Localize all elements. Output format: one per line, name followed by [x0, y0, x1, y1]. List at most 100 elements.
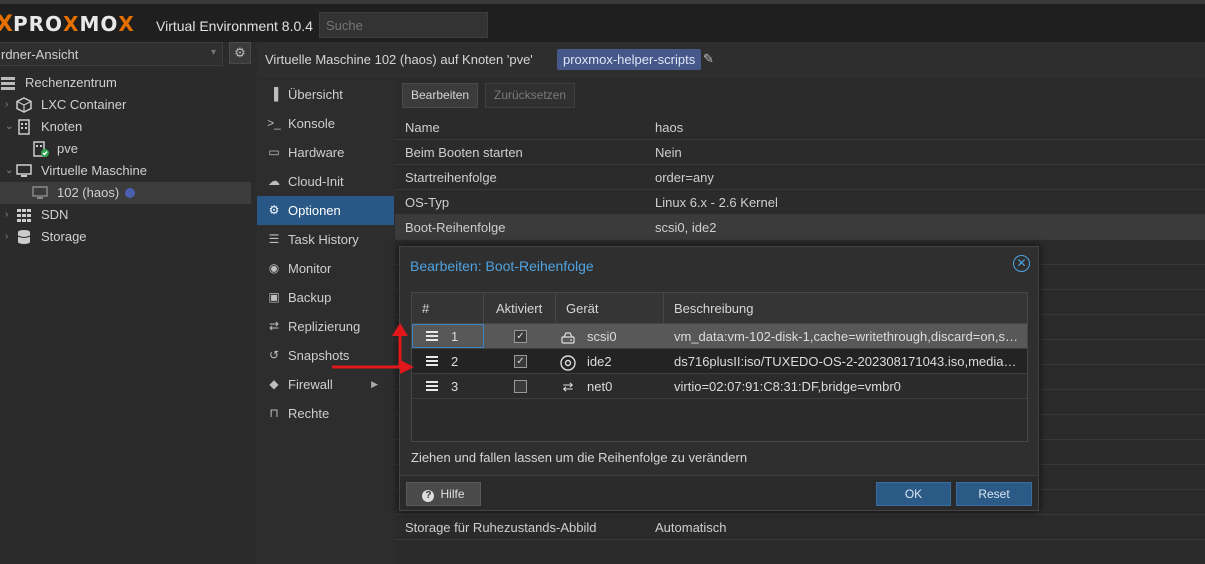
close-icon[interactable]: ✕: [1013, 255, 1030, 272]
option-value: Nein: [655, 145, 682, 160]
tree-settings-button[interactable]: ⚙: [229, 42, 251, 64]
option-row[interactable]: OS-Typ Linux 6.x - 2.6 Kernel: [395, 190, 1205, 215]
page-title: Virtuelle Maschine 102 (haos) auf Knoten…: [265, 52, 533, 67]
tree-item-label: LXC Container: [41, 97, 127, 112]
tree-item-storage[interactable]: › Storage: [0, 226, 251, 248]
option-key: Boot-Reihenfolge: [405, 220, 506, 235]
option-value: haos: [655, 120, 684, 135]
nav-item-label: Backup: [288, 290, 332, 305]
nav-item-label: Firewall: [288, 377, 333, 392]
ok-button[interactable]: OK: [876, 482, 951, 506]
top-bar: X PROXMOX Virtual Environment 8.0.4: [0, 0, 1205, 42]
option-key: Name: [405, 120, 440, 135]
drag-handle-icon[interactable]: [426, 381, 438, 392]
shield-icon: ◆: [269, 377, 279, 391]
cloud-icon: ☁: [268, 174, 280, 188]
tree-item-vm-102[interactable]: 102 (haos): [0, 182, 251, 204]
hdd-icon: [560, 324, 576, 349]
terminal-icon: >_: [267, 116, 281, 130]
nav-item-backup[interactable]: ▣ Backup: [257, 283, 394, 312]
search-input[interactable]: [319, 12, 488, 38]
nav-item-hardware[interactable]: ▭ Hardware: [257, 138, 394, 167]
column-header-number[interactable]: #: [412, 293, 484, 324]
nav-item-label: Replizierung: [288, 319, 361, 334]
nav-item-monitor[interactable]: ◉ Monitor: [257, 254, 394, 283]
enabled-checkbox[interactable]: ✓: [514, 330, 527, 343]
boot-row-ide2[interactable]: 2 ✓ ide2 ds716plusII:iso/TUXEDO-OS-2-202…: [412, 349, 1027, 374]
column-header-enabled[interactable]: Aktiviert: [484, 293, 556, 324]
tree-item-nodes[interactable]: ⌄ Knoten: [0, 116, 251, 138]
dialog-title: Bearbeiten: Boot-Reihenfolge: [410, 258, 594, 274]
boot-order-number: 1: [451, 329, 459, 344]
chevron-right-icon[interactable]: ›: [5, 226, 15, 248]
device-description: vm_data:vm-102-disk-1,cache=writethrough…: [674, 329, 1019, 344]
chevron-down-icon: ▾: [210, 47, 216, 58]
nav-item-summary[interactable]: ▐ Übersicht: [257, 80, 394, 109]
chevron-right-icon[interactable]: ›: [5, 204, 15, 226]
drag-handle-icon[interactable]: [426, 356, 438, 367]
datacenter-icon: [0, 75, 16, 91]
option-value: scsi0, ide2: [655, 220, 717, 235]
gear-icon: ⚙: [234, 45, 246, 60]
device-name: net0: [587, 379, 613, 394]
revert-button[interactable]: Zurücksetzen: [485, 83, 576, 108]
grid-header: # Aktiviert Gerät Beschreibung: [412, 293, 1027, 324]
exchange-icon: ⇄: [562, 379, 574, 394]
tree-item-label: Rechenzentrum: [25, 75, 117, 90]
nav-item-options[interactable]: ⚙ Optionen: [257, 196, 394, 225]
tree-item-sdn[interactable]: › SDN: [0, 204, 251, 226]
list-icon: ☰: [268, 232, 280, 246]
tree-item-lxc[interactable]: › LXC Container: [0, 94, 251, 116]
boot-order-grid: # Aktiviert Gerät Beschreibung 1 ✓ scsi0…: [411, 292, 1028, 442]
tree-item-datacenter[interactable]: Rechenzentrum: [0, 72, 251, 94]
boot-row-net0[interactable]: 3 ⇄ net0 virtio=02:07:91:C8:31:DF,bridge…: [412, 374, 1027, 399]
drag-handle-icon[interactable]: [426, 331, 438, 342]
nav-item-replication[interactable]: ⇄ Replizierung: [257, 312, 394, 341]
boot-row-scsi0[interactable]: 1 ✓ scsi0 vm_data:vm-102-disk-1,cache=wr…: [412, 324, 1027, 349]
nav-item-cloud-init[interactable]: ☁ Cloud-Init: [257, 167, 394, 196]
view-select-value: rdner-Ansicht: [1, 47, 79, 62]
option-row-selected[interactable]: Boot-Reihenfolge scsi0, ide2: [395, 215, 1205, 240]
option-row[interactable]: Beim Booten starten Nein: [395, 140, 1205, 165]
nav-item-label: Cloud-Init: [288, 174, 344, 189]
option-row[interactable]: Name haos: [395, 115, 1205, 140]
option-key: Storage für Ruhezustands-Abbild: [405, 520, 597, 535]
edit-button[interactable]: Bearbeiten: [402, 83, 479, 108]
help-label: Hilfe: [440, 487, 465, 501]
tree-item-label: Virtuelle Maschine: [41, 163, 147, 178]
help-button[interactable]: ? Hilfe: [406, 482, 481, 506]
chevron-down-icon[interactable]: ⌄: [5, 160, 15, 182]
option-row[interactable]: Storage für Ruhezustands-Abbild Automatis…: [395, 515, 1205, 540]
tree-item-label: Knoten: [41, 119, 83, 134]
enabled-checkbox[interactable]: [514, 380, 527, 393]
chevron-right-icon[interactable]: ›: [5, 94, 15, 116]
retweet-icon: ⇄: [268, 319, 280, 333]
caret-right-icon[interactable]: ▶: [371, 370, 378, 399]
nav-item-snapshots[interactable]: ↺ Snapshots: [257, 341, 394, 370]
nav-item-permissions[interactable]: ⊓ Rechte: [257, 399, 394, 428]
column-header-description[interactable]: Beschreibung: [664, 293, 1027, 324]
chevron-down-icon[interactable]: ⌄: [5, 116, 15, 138]
floppy-icon: ▣: [268, 290, 280, 304]
boot-order-dialog: Bearbeiten: Boot-Reihenfolge ✕ # Aktivie…: [399, 246, 1039, 511]
column-header-device[interactable]: Gerät: [556, 293, 664, 324]
proxmox-logo[interactable]: X PROXMOX: [0, 12, 135, 37]
option-row[interactable]: Startreihenfolge order=any: [395, 165, 1205, 190]
nav-item-task-history[interactable]: ☰ Task History: [257, 225, 394, 254]
nav-item-firewall[interactable]: ◆ Firewall ▶: [257, 370, 394, 399]
enabled-checkbox[interactable]: ✓: [514, 355, 527, 368]
tree-item-label: Storage: [41, 229, 87, 244]
option-value: Linux 6.x - 2.6 Kernel: [655, 195, 778, 210]
option-key: Startreihenfolge: [405, 170, 497, 185]
pencil-icon[interactable]: ✎: [703, 51, 714, 67]
logo-text: PROXMOX: [12, 12, 135, 36]
monitor-icon: ▭: [268, 145, 280, 159]
options-toolbar: Bearbeiten Zurücksetzen: [395, 80, 1205, 110]
tree-item-vms[interactable]: ⌄ Virtuelle Maschine: [0, 160, 251, 182]
tree-item-pve[interactable]: pve: [0, 138, 251, 160]
nav-item-console[interactable]: >_ Konsole: [257, 109, 394, 138]
tree-item-label: pve: [57, 141, 78, 156]
view-select[interactable]: rdner-Ansicht ▾: [0, 42, 223, 66]
reset-button[interactable]: Reset: [956, 482, 1032, 506]
tag-badge[interactable]: proxmox-helper-scripts: [557, 49, 702, 70]
